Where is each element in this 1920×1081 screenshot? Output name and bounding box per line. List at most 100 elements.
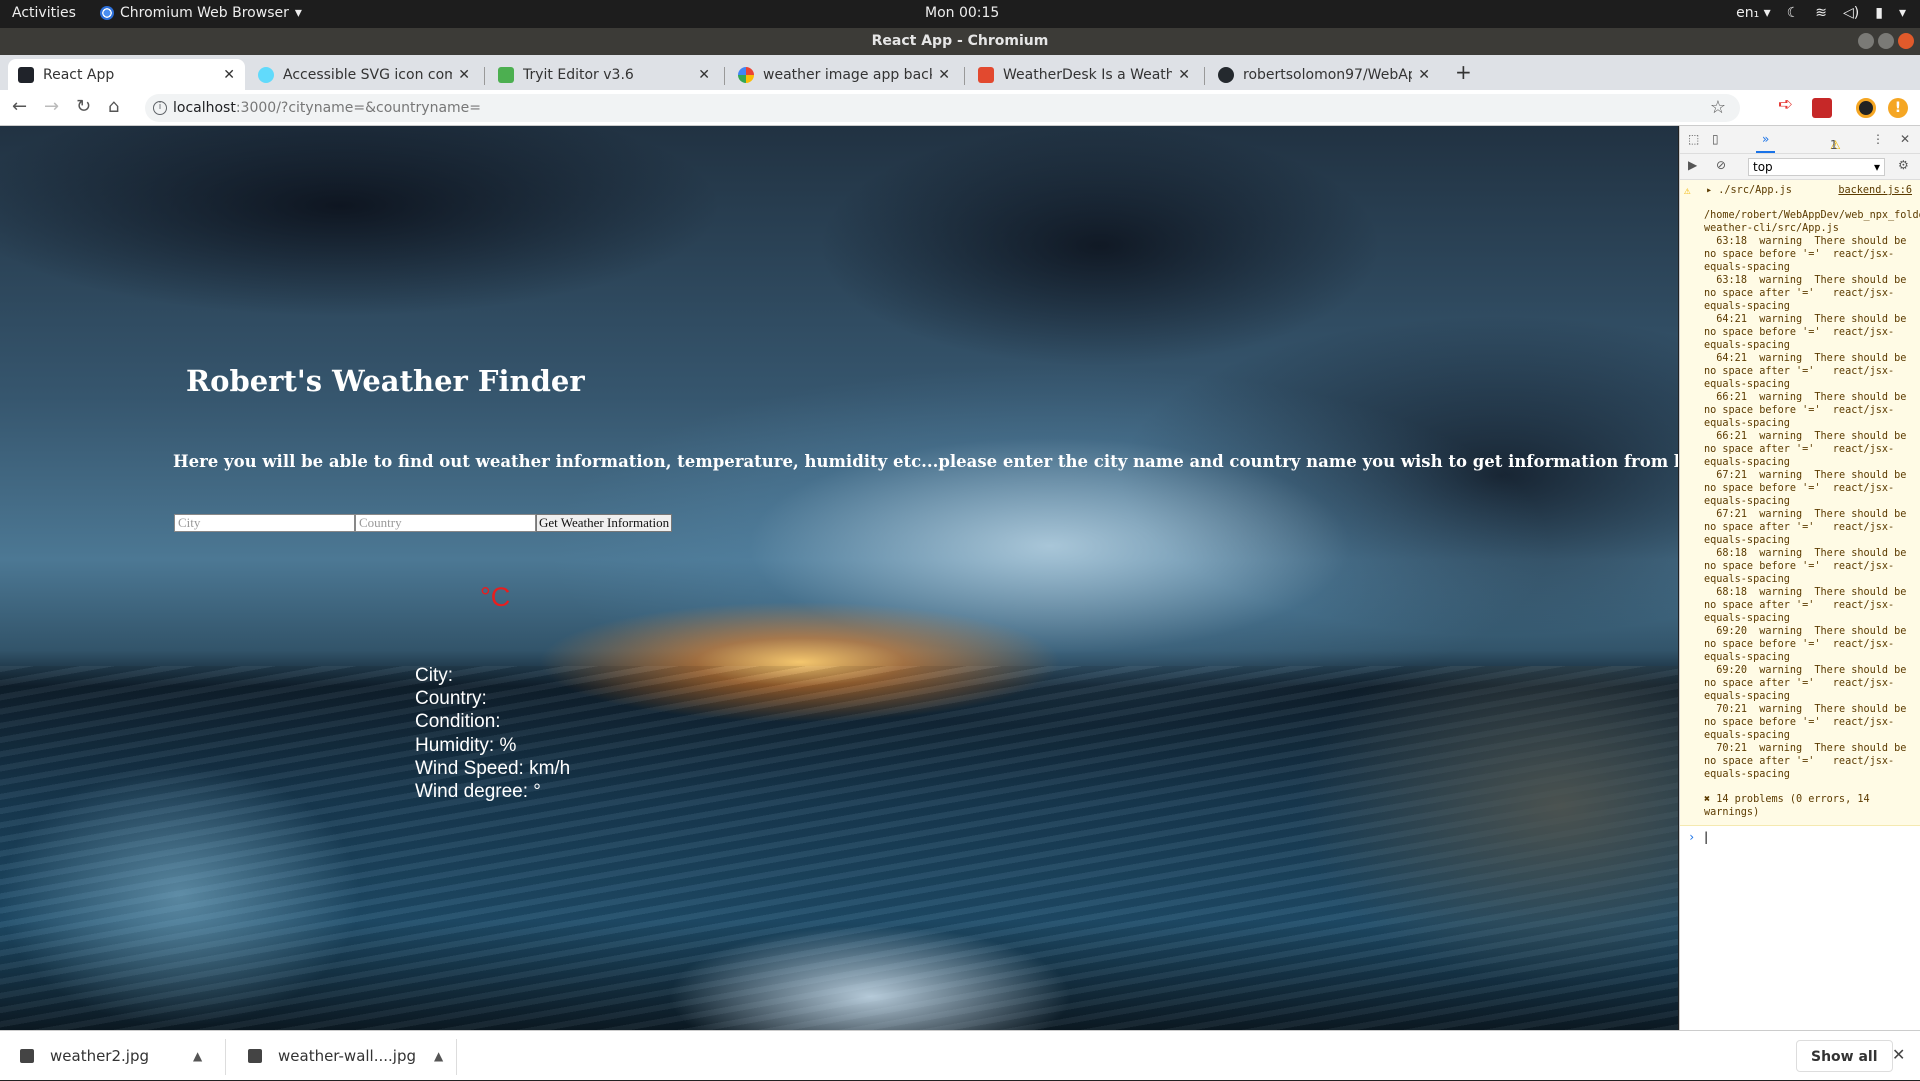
system-top-bar: Activities Chromium Web Browser ▾ Mon 00… (0, 0, 1920, 28)
back-arrow-icon[interactable]: ← (12, 96, 27, 117)
minimize-button[interactable] (1858, 33, 1874, 49)
tab-title: React App (43, 66, 115, 83)
tab-accessible-svg[interactable]: Accessible SVG icon comp ✕ (248, 59, 480, 90)
device-toolbar-icon[interactable]: ▯ (1712, 132, 1719, 146)
tab-github-repo[interactable]: robertsolomon97/WebAp ✕ (1208, 59, 1440, 90)
download-item[interactable]: weather2.jpg ▲ (20, 1031, 202, 1081)
sidebar-toggle-icon[interactable]: ▶ (1688, 158, 1697, 172)
console-prompt[interactable]: › | (1680, 826, 1920, 848)
language-label: en₁ (1736, 5, 1760, 21)
temperature-readout: °C (480, 582, 511, 612)
close-window-button[interactable] (1898, 33, 1914, 49)
system-tray[interactable]: en₁ ▾ ☾ ≋ ◁) ▮ ▾ (1736, 5, 1906, 21)
url-path: :3000/?cityname=&countryname= (235, 100, 482, 116)
update-alert-icon[interactable]: ! (1888, 98, 1908, 118)
app-menu-label: Chromium Web Browser (120, 5, 289, 21)
site-info-icon[interactable]: i (153, 101, 167, 115)
image-file-icon (20, 1049, 34, 1063)
tab-title: WeatherDesk Is a Weathe (1003, 66, 1173, 83)
tab-tryit-editor[interactable]: Tryit Editor v3.6 ✕ (488, 59, 720, 90)
close-tab-icon[interactable]: ✕ (698, 67, 710, 83)
close-tab-icon[interactable]: ✕ (1178, 67, 1190, 83)
close-download-shelf-icon[interactable]: ✕ (1892, 1045, 1905, 1064)
country-detail: Country: (415, 688, 487, 710)
context-label: top (1753, 160, 1773, 174)
google-favicon-icon (738, 66, 754, 83)
get-weather-button[interactable]: Get Weather Information (536, 514, 673, 532)
download-shelf: weather2.jpg ▲ weather-wall....jpg ▲ Sho… (0, 1030, 1920, 1080)
w3schools-favicon-icon (498, 66, 514, 83)
condition-detail: Condition: (415, 711, 501, 733)
chevron-up-icon[interactable]: ▲ (193, 1049, 202, 1063)
page-description: Here you will be able to find out weathe… (173, 452, 1678, 471)
page-title: Robert's Weather Finder (186, 364, 585, 398)
volume-icon: ◁) (1843, 5, 1860, 21)
home-icon[interactable]: ⌂ (108, 96, 119, 117)
city-input[interactable] (174, 514, 355, 532)
warning-source-link[interactable]: backend.js:6 (1838, 184, 1912, 197)
download-filename: weather-wall....jpg (278, 1047, 417, 1065)
download-filename: weather2.jpg (50, 1047, 149, 1065)
warning-summary: ✖ 14 problems (0 errors, 14 warnings) (1704, 794, 1870, 818)
address-bar[interactable]: i localhost:3000/?cityname=&countryname=… (145, 94, 1740, 122)
clock[interactable]: Mon 00:15 (925, 5, 999, 21)
show-all-downloads-button[interactable]: Show all (1796, 1040, 1893, 1072)
forward-arrow-icon[interactable]: → (44, 96, 59, 117)
wind-speed-detail: Wind Speed: km/h (415, 757, 571, 779)
maximize-button[interactable] (1878, 33, 1894, 49)
chevron-down-icon: ▾ (294, 5, 302, 21)
devtools-menu-icon[interactable]: ⋮ (1872, 132, 1884, 146)
download-item[interactable]: weather-wall....jpg ▲ (248, 1031, 443, 1081)
page-viewport: Robert's Weather Finder Here you will be… (0, 126, 1678, 1030)
reload-icon[interactable]: ↻ (76, 96, 91, 117)
language-indicator[interactable]: en₁ ▾ (1736, 5, 1771, 21)
window-title-bar: React App - Chromium (0, 28, 1920, 55)
chromium-icon (100, 6, 114, 20)
close-tab-icon[interactable]: ✕ (223, 67, 235, 83)
reddit-favicon-icon (978, 66, 994, 83)
tab-title: weather image app backg (763, 66, 933, 83)
wifi-icon: ≋ (1815, 5, 1828, 21)
url-host: localhost (173, 100, 236, 116)
clear-console-icon[interactable]: ⊘ (1716, 158, 1726, 172)
warning-file-label: ./src/App.js (1718, 185, 1792, 196)
extension-arrow-icon[interactable]: ➪ (1778, 94, 1798, 115)
console-settings-icon[interactable]: ⚙ (1898, 158, 1909, 172)
extension-round-icon[interactable] (1856, 98, 1876, 118)
bookmark-star-icon[interactable]: ☆ (1710, 94, 1726, 122)
close-tab-icon[interactable]: ✕ (458, 67, 470, 83)
tab-title: Accessible SVG icon comp (283, 66, 453, 83)
close-tab-icon[interactable]: ✕ (938, 67, 950, 83)
tab-weatherdesk[interactable]: WeatherDesk Is a Weathe ✕ (968, 59, 1200, 90)
tab-react-app[interactable]: React App ✕ (8, 59, 245, 90)
chevron-up-icon[interactable]: ▲ (434, 1049, 443, 1063)
devtools-panel: ⬚ ▯ » ⚠ 1 ⋮ ✕ ▶ ⊘ top ▾ ⚙ ⚠ ▸ ./src/App.j… (1679, 126, 1920, 1030)
more-panels-icon[interactable]: » (1756, 132, 1776, 153)
warning-body: /home/robert/WebAppDev/web_npx_folder/re… (1704, 210, 1920, 780)
humidity-detail: Humidity: % (415, 734, 517, 756)
city-detail: City: (415, 665, 453, 686)
window-title: React App - Chromium (871, 33, 1049, 49)
warning-source-file[interactable]: ▸ ./src/App.js (1692, 184, 1792, 197)
warning-count-label: 1 (1830, 138, 1838, 152)
tab-strip: React App ✕ Accessible SVG icon comp ✕ T… (0, 55, 1920, 90)
weather-details: City: Country: Condition: Humidity: % Wi… (415, 664, 570, 803)
country-input[interactable] (355, 514, 536, 532)
react-favicon-icon (258, 66, 274, 83)
activities-button[interactable]: Activities (12, 5, 76, 21)
app-menu[interactable]: Chromium Web Browser ▾ (100, 5, 302, 21)
context-selector[interactable]: top ▾ (1748, 158, 1885, 176)
extension-red-icon[interactable] (1812, 98, 1832, 118)
new-tab-button[interactable]: + (1455, 60, 1472, 84)
battery-icon: ▮ (1875, 5, 1883, 21)
close-tab-icon[interactable]: ✕ (1418, 67, 1430, 83)
warning-triangle-icon: ⚠ (1684, 184, 1691, 197)
close-devtools-icon[interactable]: ✕ (1900, 132, 1910, 146)
console-toolbar: ▶ ⊘ top ▾ ⚙ (1680, 154, 1920, 180)
weather-search-form: Get Weather Information (174, 514, 673, 532)
inspect-element-icon[interactable]: ⬚ (1688, 132, 1699, 146)
chevron-down-icon: ▾ (1873, 160, 1880, 174)
devtools-tabbar: ⬚ ▯ » ⚠ 1 ⋮ ✕ (1680, 126, 1920, 154)
tab-weather-image-search[interactable]: weather image app backg ✕ (728, 59, 960, 90)
image-file-icon (248, 1049, 262, 1063)
